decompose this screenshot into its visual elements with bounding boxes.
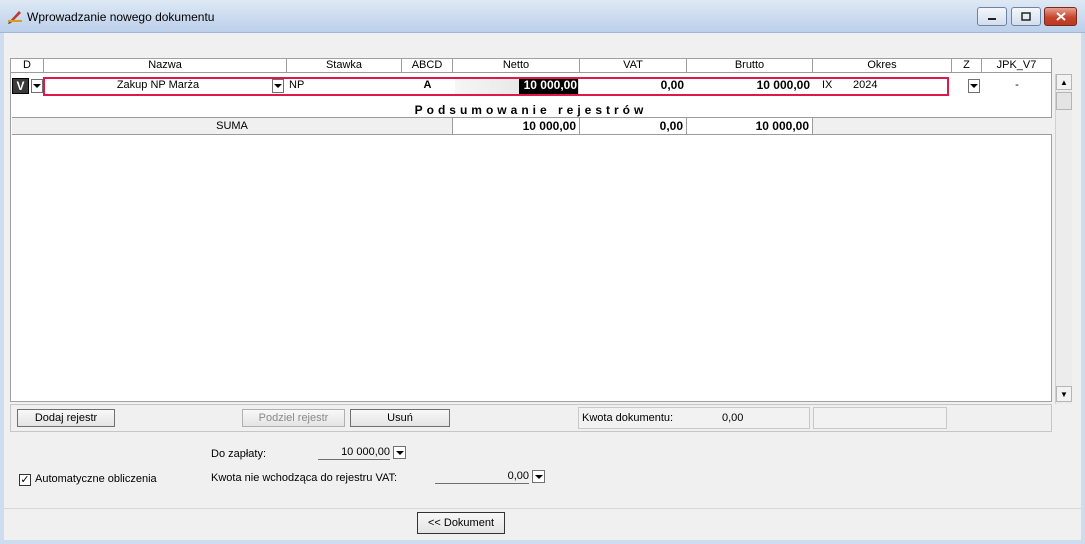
title-bar: Wprowadzanie nowego dokumentu [0,0,1085,33]
column-header-okres[interactable]: Okres [813,59,952,73]
column-header-abcd[interactable]: ABCD [402,59,453,73]
non-vat-amount-value[interactable]: 0,00 [435,470,529,484]
column-header-brutto[interactable]: Brutto [687,59,813,73]
column-header-stawka[interactable]: Stawka [287,59,402,73]
to-pay-value[interactable]: 10 000,00 [318,446,390,460]
checkmark-icon: ✓ [20,474,30,486]
column-header-d[interactable]: D [11,59,44,73]
close-button[interactable] [1044,7,1077,26]
to-pay-label: Do zapłaty: [211,448,267,460]
minimize-icon [988,17,996,20]
scroll-up-button[interactable]: ▲ [1056,74,1072,90]
scroll-down-button[interactable]: ▼ [1056,386,1072,402]
document-back-button[interactable]: << Dokument [417,512,505,534]
app-pen-icon [8,11,22,24]
non-vat-amount-dropdown[interactable] [532,470,545,483]
chevron-down-icon [33,84,41,88]
summary-brutto: 10 000,00 [687,117,813,135]
chevron-down-icon [534,474,543,479]
document-amount-label: Kwota dokumentu: [582,412,674,424]
scroll-thumb[interactable] [1056,92,1072,110]
window-title: Wprowadzanie nowego dokumentu [27,10,215,24]
row-highlight-frame [43,77,949,96]
document-amount-field: Kwota dokumentu: 0,00 [578,407,810,429]
to-pay-dropdown[interactable] [393,446,406,459]
column-header-vat[interactable]: VAT [580,59,687,73]
footer-divider [4,508,1081,509]
split-register-button[interactable]: Podziel rejestr [242,409,345,427]
arrow-up-icon: ▲ [1060,77,1068,87]
close-icon [1055,12,1066,21]
row-z-dropdown[interactable] [968,79,980,93]
column-header-jpk[interactable]: JPK_V7 [982,59,1052,73]
toolbar-empty-field [813,407,947,429]
remove-register-button[interactable]: Usuń [350,409,450,427]
maximize-icon [1021,12,1031,21]
summary-netto: 10 000,00 [453,117,580,135]
maximize-button[interactable] [1011,7,1041,26]
column-header-nazwa[interactable]: Nazwa [44,59,287,73]
vertical-scrollbar[interactable]: ▲ ▼ [1055,74,1072,404]
auto-calc-label: Automatyczne obliczenia [35,473,157,485]
summary-vat: 0,00 [580,117,687,135]
arrow-down-icon: ▼ [1060,389,1068,399]
document-amount-value: 0,00 [722,412,744,424]
column-header-netto[interactable]: Netto [453,59,580,73]
summary-label: SUMA [12,117,453,135]
column-header-z[interactable]: Z [952,59,982,73]
chevron-down-icon [970,84,978,88]
add-register-button[interactable]: Dodaj rejestr [17,409,115,427]
minimize-button[interactable] [977,7,1007,26]
non-vat-amount-label: Kwota nie wchodząca do rejestru VAT: [211,472,398,484]
summary-filler [813,117,1052,135]
row-jpk-cell[interactable]: - [984,78,1050,94]
auto-calc-checkbox[interactable]: ✓ [19,474,31,486]
window-frame-right [1081,33,1085,544]
chevron-down-icon [395,450,404,455]
row-d-cell[interactable]: V [12,78,29,94]
summary-title: Podsumowanie rejestrów [414,103,648,117]
window-frame-bottom [0,540,1085,544]
row-d-dropdown[interactable] [31,79,43,93]
